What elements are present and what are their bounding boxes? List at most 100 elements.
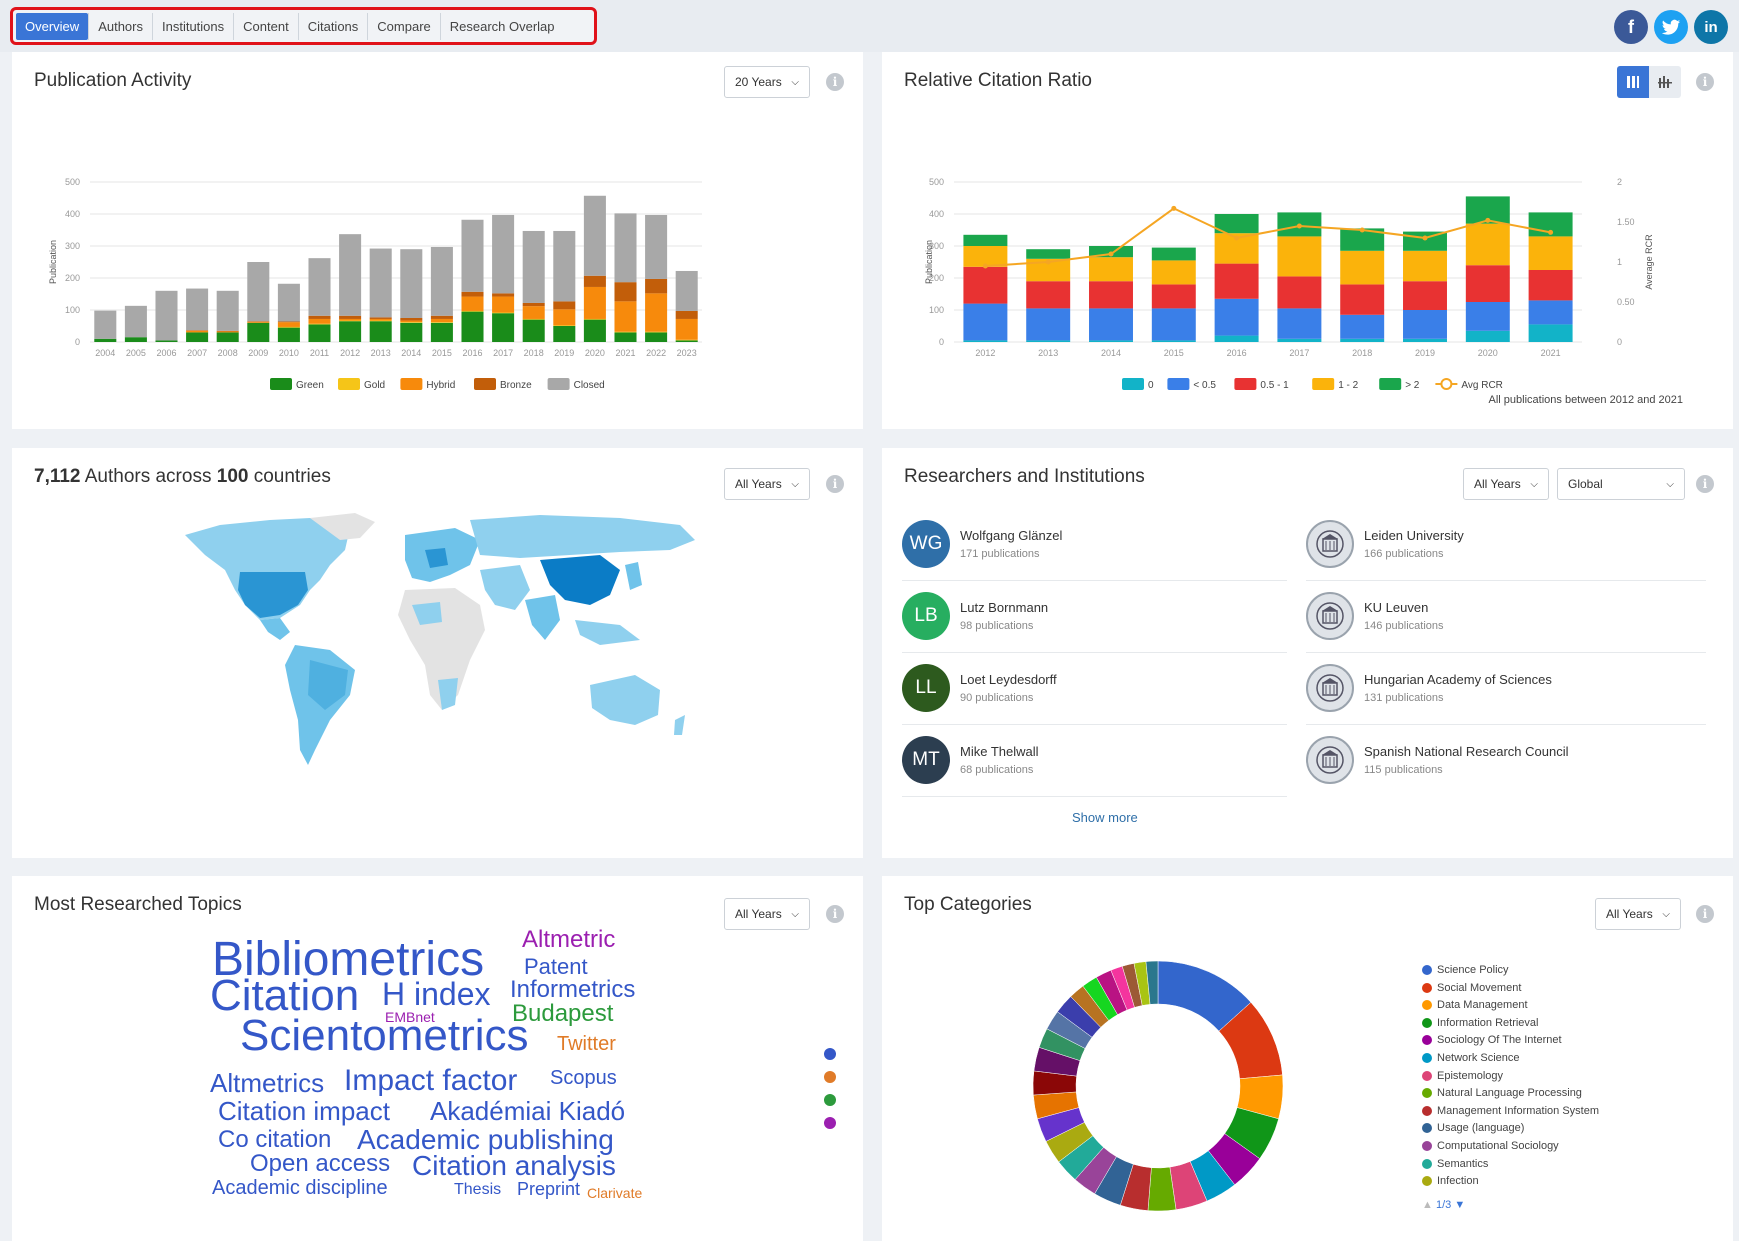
avg-rcr-point[interactable] <box>1422 235 1428 241</box>
bar-051-2019[interactable] <box>1403 281 1447 310</box>
topic-word[interactable]: Clarivate <box>587 1186 642 1200</box>
bar-0-2015[interactable] <box>1151 340 1196 342</box>
legend-green[interactable]: Green <box>270 378 324 391</box>
bar-gold-2010[interactable] <box>277 326 300 328</box>
bar-closed-2009[interactable] <box>247 262 270 322</box>
category-legend-item[interactable]: Epistemology <box>1422 1070 1503 1082</box>
bar-closed-2016[interactable] <box>461 219 484 292</box>
category-legend-item[interactable]: Social Movement <box>1422 982 1521 994</box>
bar-0-2012[interactable] <box>963 340 1008 342</box>
bar-closed-2006[interactable] <box>155 290 178 341</box>
category-legend-item[interactable]: Infection <box>1422 1175 1479 1187</box>
bar-2-2015[interactable] <box>1151 247 1196 261</box>
bar-12-2015[interactable] <box>1151 260 1196 285</box>
show-more-link[interactable]: Show more <box>1072 810 1138 825</box>
category-legend-item[interactable]: Semantics <box>1422 1158 1488 1170</box>
category-legend-item[interactable]: Management Information System <box>1422 1105 1599 1117</box>
bar-05-2017[interactable] <box>1277 308 1322 339</box>
bar-bronze-2015[interactable] <box>430 315 453 319</box>
legend-rcr-item[interactable]: 0.5 - 1 <box>1234 378 1289 391</box>
bar-0-2021[interactable] <box>1528 324 1573 342</box>
info-icon[interactable]: i <box>1696 905 1714 923</box>
bar-green-2017[interactable] <box>492 313 515 342</box>
bar-bronze-2023[interactable] <box>675 310 698 319</box>
tab-citations[interactable]: Citations <box>297 12 368 40</box>
bar-hybrid-2009[interactable] <box>247 321 270 323</box>
institution-item[interactable]: KU Leuven 146 publications <box>1306 592 1444 640</box>
bar-hybrid-2020[interactable] <box>583 286 606 319</box>
avg-rcr-point[interactable] <box>982 263 988 269</box>
bar-gold-2012[interactable] <box>339 320 362 322</box>
bar-green-2012[interactable] <box>339 321 362 342</box>
legend-closed[interactable]: Closed <box>547 378 605 391</box>
bar-hybrid-2012[interactable] <box>339 318 362 321</box>
avg-rcr-point[interactable] <box>1296 223 1302 229</box>
bar-12-2019[interactable] <box>1403 250 1447 282</box>
bar-green-2009[interactable] <box>247 322 270 342</box>
bar-0-2020[interactable] <box>1465 330 1510 342</box>
bar-green-2010[interactable] <box>277 327 300 342</box>
bar-bronze-2014[interactable] <box>400 318 423 321</box>
bar-closed-2018[interactable] <box>522 230 545 303</box>
category-legend-item[interactable]: Computational Sociology <box>1422 1140 1559 1152</box>
category-legend-item[interactable]: Usage (language) <box>1422 1122 1524 1134</box>
legend-rcr-item[interactable]: Avg RCR <box>1435 378 1503 391</box>
bar-closed-2004[interactable] <box>94 310 117 339</box>
bar-green-2018[interactable] <box>522 319 545 342</box>
bar-hybrid-2011[interactable] <box>308 318 331 324</box>
info-icon[interactable]: i <box>826 905 844 923</box>
bar-hybrid-2022[interactable] <box>645 293 668 332</box>
topic-word[interactable]: Citation analysis <box>412 1152 616 1180</box>
bar-closed-2015[interactable] <box>430 246 453 316</box>
category-legend-item[interactable]: Natural Language Processing <box>1422 1087 1582 1099</box>
researcher-item[interactable]: LL Loet Leydesdorff 90 publications <box>902 664 1057 712</box>
bar-gold-2019[interactable] <box>553 325 576 326</box>
topic-word[interactable]: Academic discipline <box>212 1178 388 1198</box>
scope-select[interactable]: Global ⌵ <box>1557 468 1685 500</box>
bar-hybrid-2019[interactable] <box>553 309 576 326</box>
topic-word[interactable]: Co citation <box>218 1128 331 1152</box>
avg-rcr-point[interactable] <box>1359 227 1365 233</box>
institution-item[interactable]: Leiden University 166 publications <box>1306 520 1464 568</box>
tab-compare[interactable]: Compare <box>367 12 439 40</box>
topic-word[interactable]: Altmetrics <box>210 1070 324 1096</box>
twitter-icon[interactable] <box>1654 10 1688 44</box>
bar-hybrid-2023[interactable] <box>675 318 698 340</box>
bar-closed-2011[interactable] <box>308 258 331 316</box>
avg-rcr-point[interactable] <box>1485 217 1491 223</box>
bar-12-2020[interactable] <box>1465 223 1510 266</box>
years-select[interactable]: All Years ⌵ <box>724 898 810 930</box>
bar-bronze-2010[interactable] <box>277 321 300 323</box>
institution-item[interactable]: Hungarian Academy of Sciences 131 public… <box>1306 664 1552 712</box>
bar-green-2020[interactable] <box>583 319 606 342</box>
legend-gold[interactable]: Gold <box>338 378 385 391</box>
bar-gold-2015[interactable] <box>430 322 453 323</box>
bar-0-2018[interactable] <box>1340 338 1385 342</box>
bar-bronze-2021[interactable] <box>614 282 637 302</box>
category-legend-item[interactable]: Data Management <box>1422 999 1528 1011</box>
info-icon[interactable]: i <box>1696 475 1714 493</box>
bar-gold-2014[interactable] <box>400 322 423 323</box>
bar-green-2007[interactable] <box>186 332 209 342</box>
bar-gold-2017[interactable] <box>492 312 515 314</box>
bar-12-2018[interactable] <box>1340 250 1385 285</box>
topic-word[interactable]: Twitter <box>557 1034 616 1054</box>
bar-051-2015[interactable] <box>1151 284 1196 309</box>
bar-gold-2016[interactable] <box>461 310 484 312</box>
researcher-item[interactable]: MT Mike Thelwall 68 publications <box>902 736 1039 784</box>
linkedin-icon[interactable]: in <box>1694 10 1728 44</box>
bar-12-2017[interactable] <box>1277 236 1322 277</box>
info-icon[interactable]: i <box>826 475 844 493</box>
bar-0-2014[interactable] <box>1089 340 1133 342</box>
topic-word[interactable]: Open access <box>250 1152 390 1176</box>
bar-051-2013[interactable] <box>1026 281 1071 309</box>
years-select[interactable]: All Years ⌵ <box>1595 898 1681 930</box>
bar-051-2017[interactable] <box>1277 276 1322 309</box>
bar-bronze-2013[interactable] <box>369 317 392 319</box>
tab-institutions[interactable]: Institutions <box>152 12 233 40</box>
bar-hybrid-2018[interactable] <box>522 306 545 319</box>
bar-bronze-2020[interactable] <box>583 275 606 287</box>
avg-rcr-point[interactable] <box>1045 259 1051 265</box>
topic-word[interactable]: H index <box>382 978 491 1010</box>
legend-rcr-item[interactable]: 0 <box>1122 378 1154 391</box>
